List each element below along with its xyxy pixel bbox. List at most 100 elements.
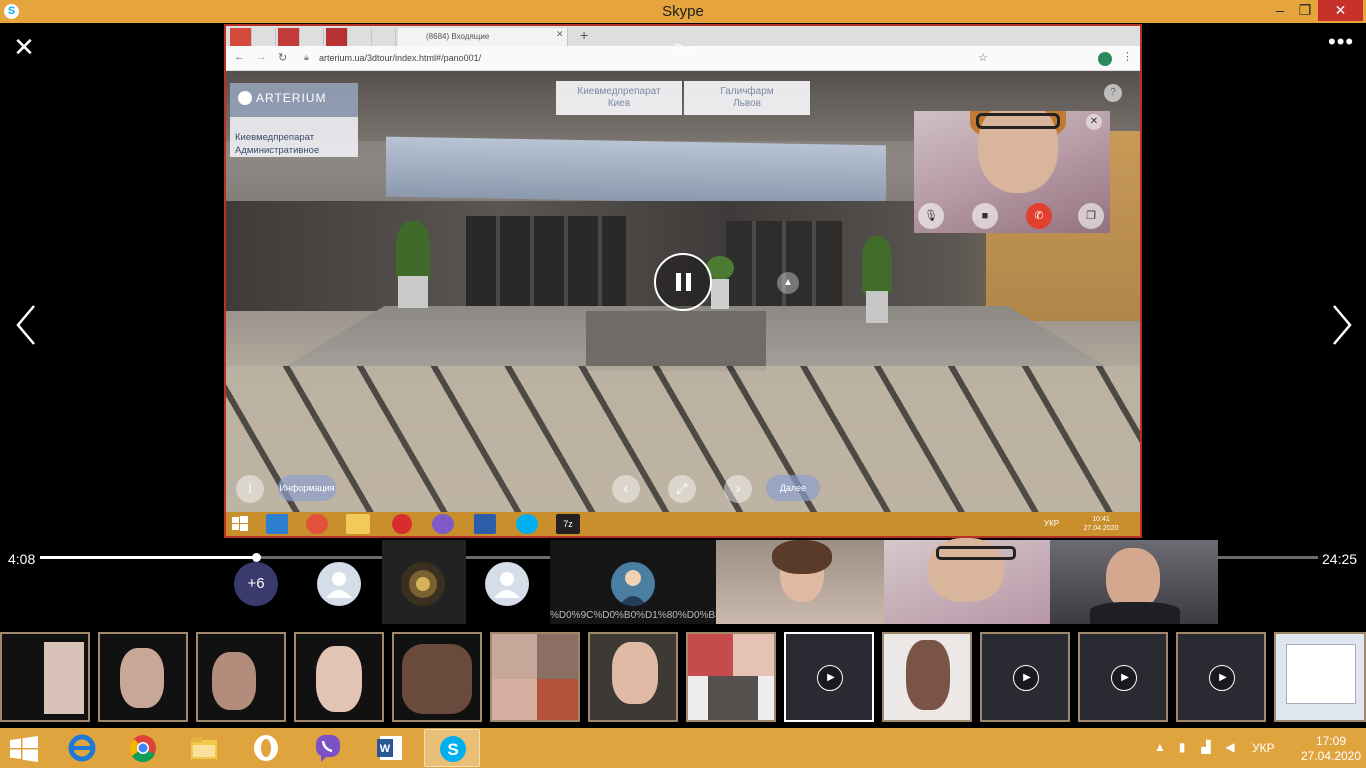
previous-media-button[interactable] bbox=[12, 300, 42, 350]
media-thumbnail[interactable] bbox=[196, 632, 286, 722]
participant-face bbox=[1106, 548, 1160, 610]
svg-text:S: S bbox=[447, 740, 458, 759]
shared-screen-taskbar: 7z УКР 10:41 27.04.2020 bbox=[226, 512, 1140, 536]
play-icon: ▶ bbox=[1209, 665, 1235, 691]
participant-glasses bbox=[936, 546, 1016, 560]
tour-tab-title: Галичфарм bbox=[720, 86, 774, 97]
shared-time: 10:41 bbox=[1092, 516, 1110, 523]
internet-explorer-icon bbox=[266, 514, 288, 534]
opera-icon bbox=[392, 514, 412, 534]
pause-icon bbox=[686, 273, 691, 291]
profile-avatar-icon bbox=[1098, 52, 1112, 66]
taskbar-viber[interactable] bbox=[300, 729, 356, 767]
word-icon: W bbox=[377, 736, 402, 760]
hang-up-icon: ✆ bbox=[1026, 203, 1052, 229]
browser-tab bbox=[326, 28, 348, 46]
avatar bbox=[611, 562, 655, 606]
tour-tab-city: Львов bbox=[733, 98, 761, 109]
next-media-button[interactable] bbox=[1326, 300, 1356, 350]
participant-video[interactable] bbox=[716, 540, 884, 624]
chrome-icon bbox=[129, 735, 156, 763]
seek-bar-fill bbox=[40, 556, 256, 559]
opera-icon bbox=[254, 735, 278, 761]
participant-name: %D0%9C%D0%B0%D1%80%D0%B3... bbox=[550, 610, 716, 621]
tour-tab-lviv: Галичфарм Львов bbox=[684, 81, 810, 115]
tray-expand-icon[interactable]: ▲ bbox=[1152, 740, 1168, 756]
chrome-icon bbox=[306, 514, 328, 534]
participant-tile[interactable] bbox=[382, 540, 466, 624]
forward-icon: → bbox=[256, 51, 267, 63]
more-options-button[interactable]: ••• bbox=[1328, 31, 1354, 58]
taskbar-opera[interactable] bbox=[238, 729, 294, 767]
potted-tree bbox=[396, 221, 430, 281]
media-thumbnail[interactable] bbox=[686, 632, 776, 722]
media-thumbnail[interactable] bbox=[588, 632, 678, 722]
media-thumbnail-video[interactable]: ▶ bbox=[980, 632, 1070, 722]
participant-tile[interactable] bbox=[466, 540, 550, 624]
microphone-icon: 🎙︎ bbox=[918, 203, 944, 229]
arterium-logo-icon bbox=[238, 91, 252, 105]
media-thumbnail-selected[interactable]: ▶ bbox=[784, 632, 874, 722]
media-thumbnail[interactable] bbox=[490, 632, 580, 722]
new-tab-icon: + bbox=[580, 27, 589, 43]
media-thumbnail[interactable] bbox=[98, 632, 188, 722]
media-thumbnail-video[interactable]: ▶ bbox=[1176, 632, 1266, 722]
participant-shirt bbox=[1090, 602, 1180, 624]
shared-screen-video[interactable]: (8684) Входящие ✕ + ← → ↻ 🔒︎ arterium.ua… bbox=[224, 24, 1142, 538]
battery-icon[interactable]: ▮ bbox=[1174, 740, 1190, 756]
system-clock[interactable]: 17:09 27.04.2020 bbox=[1300, 734, 1362, 768]
network-signal-icon[interactable]: ▟ bbox=[1198, 740, 1214, 756]
media-thumbnail[interactable] bbox=[1274, 632, 1366, 722]
play-pause-button[interactable] bbox=[654, 253, 712, 311]
lock-icon: 🔒︎ bbox=[304, 52, 309, 62]
self-video-preview: ✕ 🎙︎ ■ ✆ ❐ bbox=[914, 111, 1110, 233]
skype-icon bbox=[516, 514, 538, 534]
taskbar-file-explorer[interactable] bbox=[176, 729, 232, 767]
play-icon: ▶ bbox=[1013, 665, 1039, 691]
entrance-doors bbox=[466, 216, 626, 306]
shared-clock: 10:41 27.04.2020 bbox=[1066, 515, 1136, 533]
volume-icon[interactable]: ◀ bbox=[1222, 740, 1238, 756]
browser-tab bbox=[302, 28, 324, 46]
media-thumbnail[interactable] bbox=[392, 632, 482, 722]
play-icon: ▶ bbox=[1111, 665, 1137, 691]
participant-video[interactable] bbox=[1050, 540, 1218, 624]
seek-bar-handle[interactable] bbox=[251, 553, 261, 562]
windows-start-icon bbox=[230, 514, 264, 534]
windows-taskbar: W S ▲ ▮ ▟ ◀ УКР 17:09 27.04.2020 bbox=[0, 728, 1366, 768]
building-canopy bbox=[386, 136, 886, 206]
media-thumbnail-video[interactable]: ▶ bbox=[1078, 632, 1168, 722]
back-icon: ‹ bbox=[612, 475, 640, 503]
taskbar-word[interactable]: W bbox=[362, 729, 418, 767]
participant-tile[interactable] bbox=[298, 540, 382, 624]
clock-date: 27.04.2020 bbox=[1300, 749, 1362, 763]
planter bbox=[866, 291, 888, 323]
close-window-button[interactable]: ✕ bbox=[1318, 0, 1363, 21]
language-indicator[interactable]: УКР bbox=[1252, 741, 1275, 768]
window-title: Skype bbox=[662, 3, 704, 20]
media-thumbnail[interactable] bbox=[0, 632, 90, 722]
play-icon: ▶ bbox=[817, 665, 843, 691]
media-thumbnail[interactable] bbox=[294, 632, 384, 722]
maximize-button[interactable]: ❐ bbox=[1290, 0, 1320, 21]
windows-start-button[interactable] bbox=[10, 736, 38, 762]
browser-tab bbox=[350, 28, 372, 46]
planter bbox=[398, 276, 428, 308]
browser-tab bbox=[374, 28, 396, 46]
pause-icon bbox=[676, 273, 681, 291]
taskbar-internet-explorer[interactable] bbox=[54, 729, 110, 767]
close-viewer-button[interactable]: ✕ bbox=[12, 34, 36, 60]
tab-close-icon: ✕ bbox=[556, 29, 564, 39]
media-thumbnail[interactable] bbox=[882, 632, 972, 722]
more-participants-badge[interactable]: +6 bbox=[234, 562, 278, 606]
participant-video[interactable] bbox=[884, 538, 1050, 624]
location-panel: Киевмедпрепарат Административное bbox=[230, 117, 358, 157]
skype-media-viewer: S Skype – ❐ ✕ ✕ ••• (8684) Входящие ✕ + … bbox=[0, 0, 1366, 768]
location-line-1: Киевмедпрепарат bbox=[235, 132, 315, 143]
participant-tile[interactable]: %D0%9C%D0%B0%D1%80%D0%B3... bbox=[550, 540, 716, 624]
browser-tab-title: (8684) Входящие bbox=[426, 32, 490, 41]
taskbar-chrome[interactable] bbox=[115, 729, 171, 767]
browser-tab bbox=[278, 28, 300, 46]
clock-time: 17:09 bbox=[1315, 734, 1347, 748]
taskbar-skype[interactable]: S bbox=[424, 729, 480, 767]
